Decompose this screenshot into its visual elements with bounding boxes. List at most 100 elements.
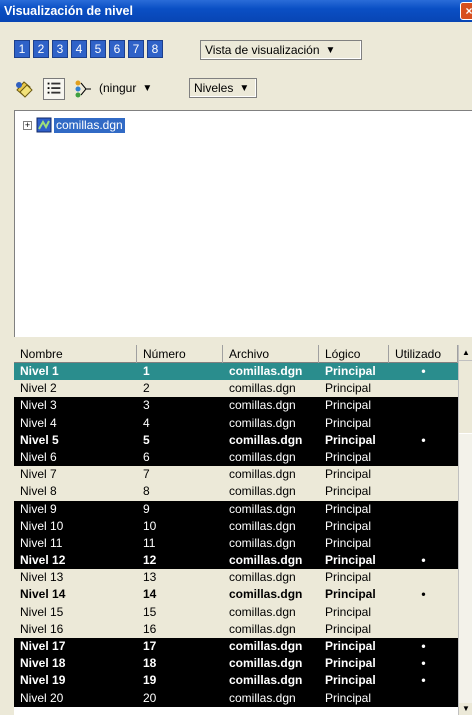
column-header-used[interactable]: Utilizado <box>389 345 458 363</box>
splitter[interactable] <box>14 337 472 345</box>
level-manager-icon[interactable] <box>14 78 36 100</box>
cell-number: 1 <box>143 364 150 378</box>
column-header-name[interactable]: Nombre <box>14 345 137 363</box>
view-button-2[interactable]: 2 <box>33 40 49 58</box>
cell-used: • <box>421 553 426 568</box>
cell-logical: Principal <box>325 570 372 585</box>
cell-name: Nivel 5 <box>20 432 59 447</box>
table-row[interactable]: Nivel 18 18 comillas.dgn Principal • <box>14 655 458 673</box>
cell-file: comillas.dgn <box>229 381 296 396</box>
cell-file: comillas.dgn <box>229 518 296 533</box>
column-header-logical[interactable]: Lógico <box>319 345 389 363</box>
cell-name: Nivel 13 <box>20 570 64 585</box>
cell-file: comillas.dgn <box>229 570 296 585</box>
expand-icon[interactable]: + <box>23 120 32 130</box>
scroll-down-icon[interactable]: ▼ <box>459 703 472 715</box>
cell-number: 11 <box>143 535 156 550</box>
column-header-number[interactable]: Número <box>137 345 223 363</box>
table-row[interactable]: Nivel 16 16 comillas.dgn Principal <box>14 620 458 638</box>
cell-logical: Principal <box>325 484 372 499</box>
cell-logical: Principal <box>325 553 376 568</box>
table-row[interactable]: Nivel 1 1 comillas.dgn Principal • <box>14 363 458 381</box>
view-button-7[interactable]: 7 <box>128 40 144 58</box>
cell-name: Nivel 3 <box>20 398 57 413</box>
cell-logical: Principal <box>325 604 372 619</box>
levels-dropdown[interactable]: Niveles ▼ <box>189 78 257 98</box>
view-button-4[interactable]: 4 <box>71 40 87 58</box>
table-row[interactable]: Nivel 3 3 comillas.dgn Principal <box>14 397 458 415</box>
table-row[interactable]: Nivel 8 8 comillas.dgn Principal <box>14 483 458 501</box>
dgn-file-icon <box>36 117 52 133</box>
cell-number: 9 <box>143 501 150 516</box>
column-header-file[interactable]: Archivo <box>223 345 319 363</box>
cell-name: Nivel 12 <box>20 553 66 568</box>
cell-logical: Principal <box>325 398 372 413</box>
list-view-icon[interactable] <box>43 78 65 100</box>
cell-name: Nivel 4 <box>20 415 57 430</box>
table-row[interactable]: Nivel 19 19 comillas.dgn Principal • <box>14 672 458 690</box>
table-row[interactable]: Nivel 20 20 comillas.dgn Principal <box>14 689 458 707</box>
table-row[interactable]: Nivel 4 4 comillas.dgn Principal <box>14 414 458 432</box>
cell-logical: Principal <box>325 467 372 482</box>
scroll-up-icon[interactable]: ▲ <box>459 345 472 361</box>
tree-item-file[interactable]: + comillas.dgn <box>23 117 125 133</box>
filter-icon[interactable] <box>72 78 94 100</box>
dropdown-arrow-icon: ▼ <box>239 82 250 94</box>
cell-file: comillas.dgn <box>229 673 303 688</box>
view-button-3[interactable]: 3 <box>52 40 68 58</box>
levels-table: Nombre Número Archivo Lógico Utilizado N… <box>14 345 458 715</box>
cell-used: • <box>421 432 426 447</box>
table-row[interactable]: Nivel 9 9 comillas.dgn Principal <box>14 500 458 518</box>
cell-file: comillas.dgn <box>229 415 296 430</box>
cell-used <box>389 518 458 535</box>
cell-name: Nivel 18 <box>20 656 66 671</box>
cell-file: comillas.dgn <box>229 467 296 482</box>
scroll-thumb[interactable] <box>459 433 472 707</box>
table-header: Nombre Número Archivo Lógico Utilizado <box>14 345 458 363</box>
view-display-label: Vista de visualización <box>205 43 320 57</box>
cell-file: comillas.dgn <box>229 364 303 378</box>
table-row[interactable]: Nivel 6 6 comillas.dgn Principal <box>14 448 458 467</box>
table-row[interactable]: Nivel 13 13 comillas.dgn Principal <box>14 569 458 587</box>
view-button-8[interactable]: 8 <box>147 40 163 58</box>
cell-used <box>389 466 458 483</box>
view-button-6[interactable]: 6 <box>109 40 125 58</box>
table-row[interactable]: Nivel 15 15 comillas.dgn Principal <box>14 603 458 621</box>
table-row[interactable]: Nivel 5 5 comillas.dgn Principal • <box>14 431 458 449</box>
cell-name: Nivel 11 <box>20 535 63 550</box>
file-tree: + comillas.dgn <box>14 110 472 337</box>
cell-name: Nivel 6 <box>20 449 57 464</box>
filter-dropdown[interactable]: (ningur ▼ <box>95 78 190 98</box>
table-row[interactable]: Nivel 14 14 comillas.dgn Principal • <box>14 586 458 604</box>
view-display-dropdown[interactable]: Vista de visualización ▼ <box>200 40 362 60</box>
cell-used <box>389 483 458 500</box>
cell-used: • <box>421 656 426 671</box>
dropdown-arrow-icon: ▼ <box>142 82 153 94</box>
cell-file: comillas.dgn <box>229 587 303 602</box>
table-row[interactable]: Nivel 17 17 comillas.dgn Principal • <box>14 638 458 656</box>
table-row[interactable]: Nivel 7 7 comillas.dgn Principal <box>14 466 458 484</box>
view-button-1[interactable]: 1 <box>14 40 30 58</box>
table-row[interactable]: Nivel 12 12 comillas.dgn Principal • <box>14 552 458 570</box>
cell-number: 8 <box>143 484 150 499</box>
cell-number: 5 <box>143 432 150 447</box>
cell-name: Nivel 2 <box>20 381 57 396</box>
table-row[interactable]: Nivel 11 11 comillas.dgn Principal <box>14 534 458 553</box>
view-button-5[interactable]: 5 <box>90 40 106 58</box>
table-scrollbar[interactable]: ▲ ▼ <box>458 345 472 715</box>
cell-number: 16 <box>143 621 157 636</box>
cell-logical: Principal <box>325 449 372 464</box>
cell-number: 19 <box>143 673 157 688</box>
window-title: Visualización de nivel <box>4 4 133 18</box>
title-bar: Visualización de nivel × <box>0 0 472 22</box>
cell-used <box>389 397 458 414</box>
cell-number: 4 <box>143 415 150 430</box>
cell-file: comillas.dgn <box>229 398 296 413</box>
table-row[interactable]: Nivel 2 2 comillas.dgn Principal <box>14 380 458 398</box>
table-row[interactable]: Nivel 10 10 comillas.dgn Principal <box>14 517 458 535</box>
cell-logical: Principal <box>325 639 376 653</box>
close-button[interactable]: × <box>460 2 472 20</box>
cell-number: 20 <box>143 690 157 705</box>
cell-used: • <box>421 587 426 602</box>
cell-file: comillas.dgn <box>229 604 296 619</box>
